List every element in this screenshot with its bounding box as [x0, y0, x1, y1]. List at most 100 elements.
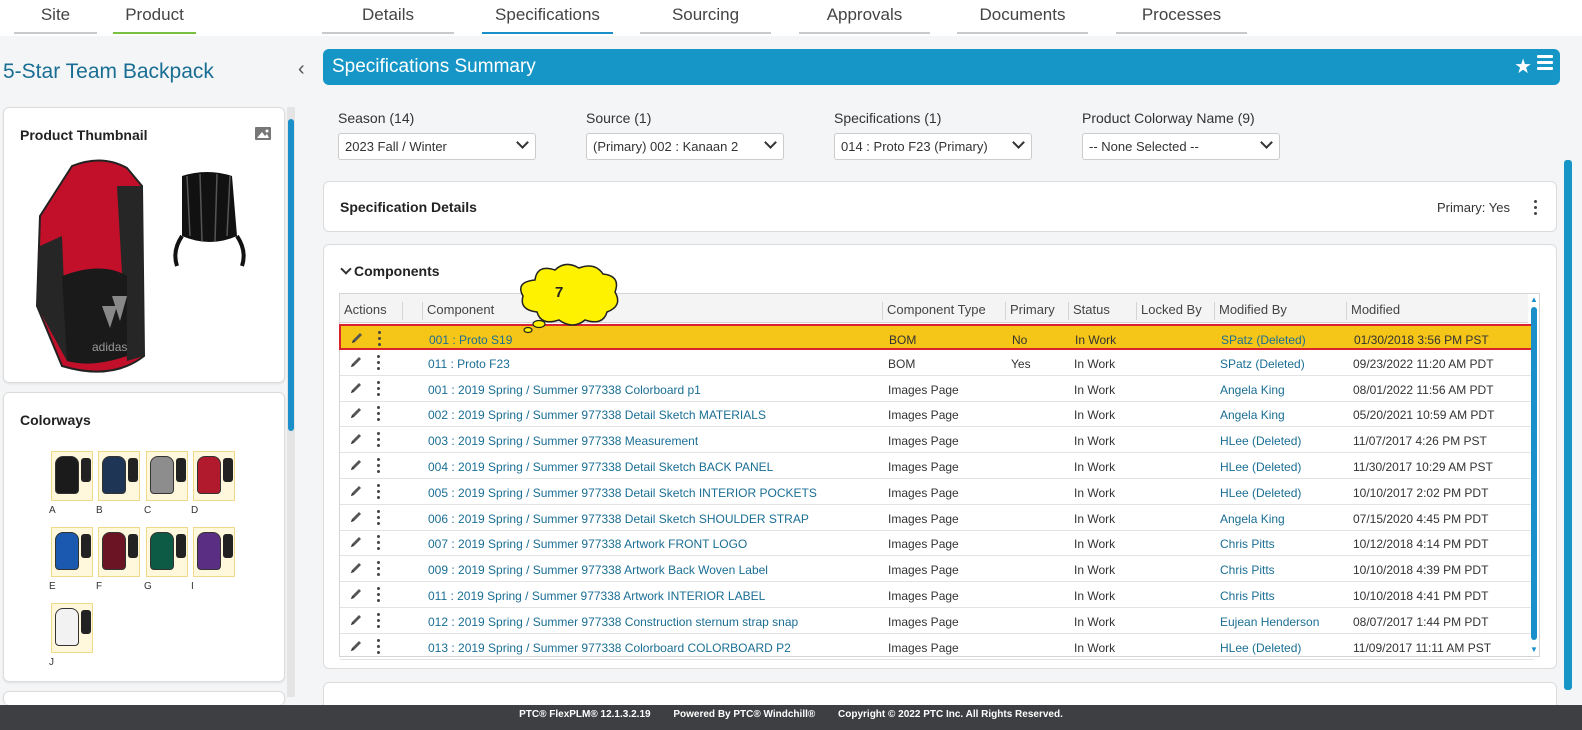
- chevron-down-icon[interactable]: [340, 263, 352, 275]
- table-row[interactable]: 005 : 2019 Spring / Summer 977338 Detail…: [340, 479, 1534, 505]
- tab-specifications[interactable]: Specifications: [482, 0, 613, 34]
- component-link[interactable]: 004 : 2019 Spring / Summer 977338 Detail…: [428, 460, 773, 474]
- table-row[interactable]: 012 : 2019 Spring / Summer 977338 Constr…: [340, 608, 1534, 634]
- row-actions-icon[interactable]: [377, 638, 381, 657]
- tab-sourcing[interactable]: Sourcing: [640, 0, 771, 34]
- tab-site[interactable]: Site: [14, 0, 97, 34]
- tab-details[interactable]: Details: [322, 0, 454, 34]
- modified-by-link[interactable]: Angela King: [1220, 408, 1285, 422]
- table-row[interactable]: 002 : 2019 Spring / Summer 977338 Detail…: [340, 401, 1534, 428]
- modified-by-link[interactable]: HLee (Deleted): [1220, 641, 1301, 655]
- colorway-name-select[interactable]: -- None Selected --: [1082, 133, 1280, 160]
- modified-by-link[interactable]: Chris Pitts: [1220, 563, 1275, 577]
- row-actions-icon[interactable]: [377, 561, 381, 579]
- row-actions-icon[interactable]: [377, 612, 381, 631]
- row-actions-icon[interactable]: [377, 432, 381, 450]
- edit-pencil-icon[interactable]: [349, 381, 363, 395]
- scroll-down-icon[interactable]: ▼: [1530, 645, 1538, 654]
- scroll-up-icon[interactable]: ▲: [1530, 295, 1538, 304]
- component-link[interactable]: 006 : 2019 Spring / Summer 977338 Detail…: [428, 512, 809, 526]
- component-link[interactable]: 013 : 2019 Spring / Summer 977338 Colorb…: [428, 641, 791, 655]
- season-select[interactable]: 2023 Fall / Winter: [338, 133, 536, 160]
- modified-by-link[interactable]: HLee (Deleted): [1220, 460, 1301, 474]
- column-header-locked-by[interactable]: Locked By: [1136, 302, 1202, 320]
- column-header-component-type[interactable]: Component Type: [882, 302, 986, 320]
- modified-by-link[interactable]: HLee (Deleted): [1220, 486, 1301, 500]
- component-link[interactable]: 012 : 2019 Spring / Summer 977338 Constr…: [428, 615, 798, 629]
- column-header-actions[interactable]: Actions: [340, 302, 387, 320]
- row-actions-icon[interactable]: [377, 406, 381, 424]
- component-link[interactable]: 007 : 2019 Spring / Summer 977338 Artwor…: [428, 537, 747, 551]
- scrollbar-thumb[interactable]: [288, 119, 294, 431]
- modified-by-link[interactable]: Chris Pitts: [1220, 537, 1275, 551]
- edit-pencil-icon[interactable]: [349, 458, 363, 472]
- table-row[interactable]: 007 : 2019 Spring / Summer 977338 Artwor…: [340, 530, 1534, 557]
- hamburger-menu-icon[interactable]: [1537, 55, 1553, 73]
- edit-pencil-icon[interactable]: [349, 406, 363, 420]
- component-link[interactable]: 011 : Proto F23: [428, 357, 510, 371]
- modified-by-link[interactable]: Eujean Henderson: [1220, 615, 1319, 629]
- colorway-swatch[interactable]: [51, 451, 93, 501]
- tab-processes[interactable]: Processes: [1116, 0, 1247, 34]
- component-link[interactable]: 003 : 2019 Spring / Summer 977338 Measur…: [428, 434, 698, 448]
- modified-by-link[interactable]: Chris Pitts: [1220, 589, 1275, 603]
- modified-by-link[interactable]: SPatz (Deleted): [1220, 357, 1305, 371]
- colorway-swatch[interactable]: [146, 451, 188, 501]
- column-header-primary[interactable]: Primary: [1005, 302, 1055, 320]
- modified-by-link[interactable]: Angela King: [1220, 512, 1285, 526]
- table-row[interactable]: 004 : 2019 Spring / Summer 977338 Detail…: [340, 453, 1534, 479]
- edit-pencil-icon[interactable]: [349, 639, 363, 653]
- product-thumbnail-image[interactable]: adidas: [32, 156, 252, 378]
- specifications-select[interactable]: 014 : Proto F23 (Primary): [834, 133, 1032, 160]
- page-scrollbar[interactable]: [1564, 160, 1572, 690]
- row-actions-icon[interactable]: [377, 354, 381, 373]
- component-link[interactable]: 002 : 2019 Spring / Summer 977338 Detail…: [428, 408, 766, 422]
- left-panel-scrollbar[interactable]: [287, 107, 295, 697]
- row-actions-icon[interactable]: [377, 380, 381, 399]
- edit-pencil-icon[interactable]: [349, 561, 363, 575]
- colorway-swatch[interactable]: [193, 527, 235, 577]
- edit-pencil-icon[interactable]: [349, 484, 363, 498]
- scrollbar-thumb[interactable]: [1531, 307, 1537, 640]
- table-row[interactable]: 003 : 2019 Spring / Summer 977338 Measur…: [340, 427, 1534, 454]
- modified-by-link[interactable]: Angela King: [1220, 383, 1285, 397]
- component-link[interactable]: 011 : 2019 Spring / Summer 977338 Artwor…: [428, 589, 765, 603]
- table-row[interactable]: 001 : 2019 Spring / Summer 977338 Colorb…: [340, 376, 1534, 402]
- table-row[interactable]: 006 : 2019 Spring / Summer 977338 Detail…: [340, 505, 1534, 531]
- collapse-panel-icon[interactable]: ‹: [298, 58, 305, 81]
- row-actions-icon[interactable]: [377, 587, 381, 605]
- table-row[interactable]: 011 : 2019 Spring / Summer 977338 Artwor…: [340, 582, 1534, 608]
- table-row[interactable]: 009 : 2019 Spring / Summer 977338 Artwor…: [340, 556, 1534, 583]
- edit-pencil-icon[interactable]: [350, 331, 364, 345]
- colorway-swatch[interactable]: [98, 527, 140, 577]
- component-link[interactable]: 005 : 2019 Spring / Summer 977338 Detail…: [428, 486, 817, 500]
- component-link[interactable]: 009 : 2019 Spring / Summer 977338 Artwor…: [428, 563, 768, 577]
- edit-pencil-icon[interactable]: [349, 535, 363, 549]
- column-header-status[interactable]: Status: [1068, 302, 1110, 320]
- component-link[interactable]: 001 : 2019 Spring / Summer 977338 Colorb…: [428, 383, 701, 397]
- modified-by-link[interactable]: SPatz (Deleted): [1221, 333, 1306, 347]
- table-row[interactable]: 013 : 2019 Spring / Summer 977338 Colorb…: [340, 634, 1534, 660]
- image-icon[interactable]: [254, 126, 272, 142]
- star-icon[interactable]: ★: [1514, 54, 1532, 79]
- row-actions-icon[interactable]: [377, 483, 381, 502]
- row-actions-icon[interactable]: [377, 458, 381, 476]
- table-scrollbar[interactable]: ▲ ▼: [1530, 295, 1538, 654]
- edit-pencil-icon[interactable]: [349, 355, 363, 369]
- colorway-swatch[interactable]: [51, 603, 93, 653]
- tab-product[interactable]: Product: [113, 0, 196, 34]
- edit-pencil-icon[interactable]: [349, 510, 363, 524]
- colorway-swatch[interactable]: [98, 451, 140, 501]
- more-options-icon[interactable]: [1534, 200, 1538, 218]
- tab-documents[interactable]: Documents: [957, 0, 1088, 34]
- modified-by-link[interactable]: HLee (Deleted): [1220, 434, 1301, 448]
- colorway-swatch[interactable]: [51, 527, 93, 577]
- tab-approvals[interactable]: Approvals: [799, 0, 930, 34]
- source-select[interactable]: (Primary) 002 : Kanaan 2: [586, 133, 784, 160]
- components-title[interactable]: Components: [354, 263, 440, 279]
- component-link[interactable]: 001 : Proto S19: [429, 333, 512, 347]
- edit-pencil-icon[interactable]: [349, 587, 363, 601]
- table-row[interactable]: 011 : Proto F23 BOM Yes In Work SPatz (Delet…: [340, 350, 1534, 376]
- edit-pencil-icon[interactable]: [349, 432, 363, 446]
- row-actions-icon[interactable]: [377, 509, 381, 528]
